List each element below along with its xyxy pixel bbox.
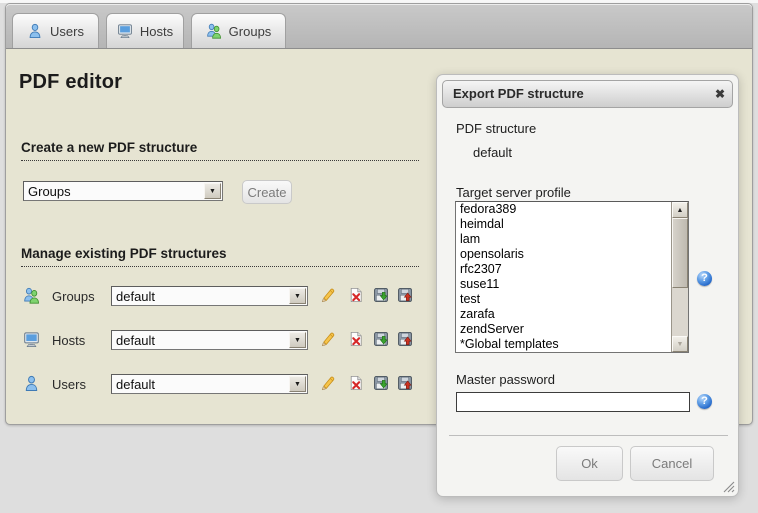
target-server-label: Target server profile: [456, 185, 571, 200]
edit-icon[interactable]: [320, 287, 337, 304]
host-icon: [117, 23, 133, 39]
list-item[interactable]: zendServer: [456, 322, 688, 337]
server-profile-listbox[interactable]: fedora389 heimdal lam opensolaris rfc230…: [455, 201, 689, 353]
dialog-titlebar[interactable]: Export PDF structure: [442, 80, 733, 108]
group-icon: [206, 23, 222, 39]
row-label: Users: [52, 377, 86, 392]
delete-icon[interactable]: [348, 331, 365, 348]
hosts-icon: [23, 331, 40, 348]
dialog-title: Export PDF structure: [453, 86, 584, 101]
list-item[interactable]: *Global templates: [456, 337, 688, 352]
hosts-structure-select[interactable]: default ▼: [111, 330, 308, 350]
cancel-button[interactable]: Cancel: [630, 446, 714, 481]
tab-hosts-label: Hosts: [140, 24, 173, 39]
manage-section-heading: Manage existing PDF structures: [21, 246, 419, 267]
list-item[interactable]: test: [456, 292, 688, 307]
scroll-up-icon[interactable]: ▲: [672, 202, 688, 218]
hosts-structure-select-value: default: [116, 333, 155, 348]
delete-icon[interactable]: [348, 287, 365, 304]
listbox-scrollbar[interactable]: ▲ ▼: [671, 202, 688, 352]
row-label: Hosts: [52, 333, 85, 348]
create-button[interactable]: Create: [242, 180, 292, 204]
tab-hosts[interactable]: Hosts: [106, 13, 184, 48]
ok-button[interactable]: Ok: [556, 446, 623, 481]
user-icon: [27, 23, 43, 39]
tab-groups[interactable]: Groups: [191, 13, 286, 48]
export-icon[interactable]: [373, 375, 390, 392]
master-password-input[interactable]: [456, 392, 690, 412]
tab-users-label: Users: [50, 24, 84, 39]
close-icon[interactable]: ✖: [711, 85, 729, 103]
structure-type-select-value: Groups: [28, 184, 71, 199]
structure-type-select[interactable]: Groups ▼: [23, 181, 223, 201]
edit-icon[interactable]: [320, 375, 337, 392]
page-title: PDF editor: [19, 71, 122, 94]
manage-row-users: Users default ▼: [6, 374, 436, 396]
groups-icon: [23, 287, 40, 304]
import-icon[interactable]: [397, 287, 414, 304]
scroll-down-icon[interactable]: ▼: [672, 336, 688, 352]
tab-bar: Users Hosts Groups: [6, 4, 752, 49]
help-icon[interactable]: ?: [697, 271, 712, 286]
users-structure-select-value: default: [116, 377, 155, 392]
list-item[interactable]: suse11: [456, 277, 688, 292]
tab-users[interactable]: Users: [12, 13, 99, 48]
help-icon[interactable]: ?: [697, 394, 712, 409]
users-structure-select[interactable]: default ▼: [111, 374, 308, 394]
dialog-footer-divider: [449, 435, 728, 436]
pdf-structure-value: default: [473, 145, 512, 160]
list-item[interactable]: lam: [456, 232, 688, 247]
import-icon[interactable]: [397, 375, 414, 392]
scrollbar-thumb[interactable]: [672, 218, 688, 288]
export-icon[interactable]: [373, 331, 390, 348]
dropdown-arrow-icon[interactable]: ▼: [204, 183, 221, 199]
import-icon[interactable]: [397, 331, 414, 348]
dropdown-arrow-icon[interactable]: ▼: [289, 288, 306, 304]
dropdown-arrow-icon[interactable]: ▼: [289, 332, 306, 348]
users-icon: [23, 375, 40, 392]
edit-icon[interactable]: [320, 331, 337, 348]
list-item[interactable]: heimdal: [456, 217, 688, 232]
pdf-structure-label: PDF structure: [456, 121, 536, 136]
groups-structure-select-value: default: [116, 289, 155, 304]
export-icon[interactable]: [373, 287, 390, 304]
list-item[interactable]: rfc2307: [456, 262, 688, 277]
create-section-heading: Create a new PDF structure: [21, 140, 419, 161]
master-password-label: Master password: [456, 372, 555, 387]
resize-handle[interactable]: [721, 479, 735, 493]
groups-structure-select[interactable]: default ▼: [111, 286, 308, 306]
delete-icon[interactable]: [348, 375, 365, 392]
list-item[interactable]: fedora389: [456, 202, 688, 217]
manage-row-hosts: Hosts default ▼: [6, 330, 436, 352]
row-label: Groups: [52, 289, 95, 304]
export-pdf-dialog: Export PDF structure ✖ PDF structure def…: [436, 74, 739, 497]
manage-row-groups: Groups default ▼: [6, 286, 436, 308]
tab-groups-label: Groups: [229, 24, 272, 39]
list-item[interactable]: opensolaris: [456, 247, 688, 262]
list-item[interactable]: zarafa: [456, 307, 688, 322]
dropdown-arrow-icon[interactable]: ▼: [289, 376, 306, 392]
